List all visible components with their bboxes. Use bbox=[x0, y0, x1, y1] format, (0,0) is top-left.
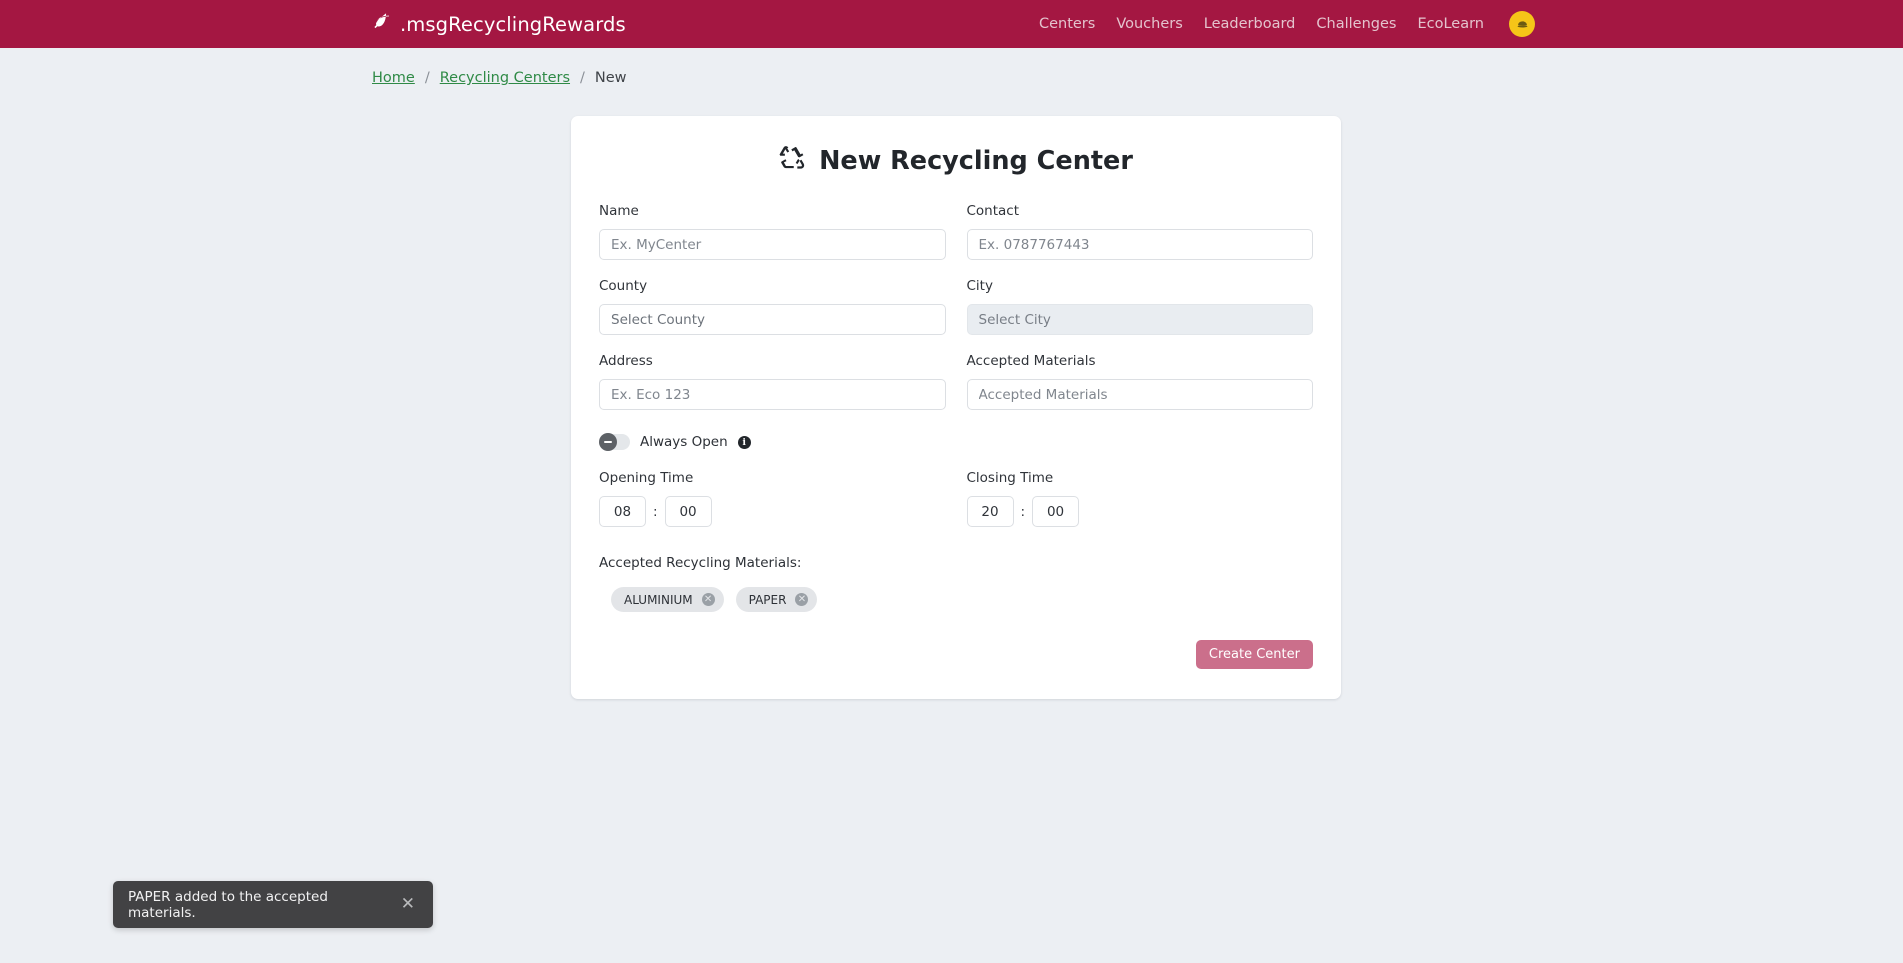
contact-field-group: Contact bbox=[966, 203, 1313, 260]
breadcrumb-separator: / bbox=[580, 70, 585, 86]
closing-minutes-input[interactable] bbox=[1032, 496, 1080, 527]
address-input[interactable] bbox=[599, 379, 946, 410]
city-label: City bbox=[966, 278, 993, 294]
toggle-knob bbox=[599, 433, 617, 451]
name-label: Name bbox=[599, 203, 639, 219]
address-materials-row: Address Accepted Materials bbox=[585, 353, 1327, 410]
accepted-materials-label: Accepted Materials bbox=[966, 353, 1096, 369]
contact-label: Contact bbox=[966, 203, 1020, 219]
toast-message: PAPER added to the accepted materials. bbox=[128, 888, 328, 921]
accepted-materials-heading: Accepted Recycling Materials: bbox=[599, 555, 802, 571]
closing-time-label: Closing Time bbox=[966, 470, 1054, 486]
leaf-icon bbox=[372, 12, 391, 36]
nav-links: Centers Vouchers Leaderboard Challenges … bbox=[1039, 11, 1535, 37]
name-input[interactable] bbox=[599, 229, 946, 260]
material-chip-label: PAPER bbox=[748, 592, 787, 607]
recycle-icon bbox=[779, 144, 805, 177]
material-chip-list: ALUMINIUM ✕ PAPER ✕ bbox=[585, 587, 1327, 612]
user-avatar-icon bbox=[1517, 20, 1527, 27]
nav-link-leaderboard[interactable]: Leaderboard bbox=[1204, 16, 1296, 32]
city-field-group: City Select City bbox=[966, 278, 1313, 335]
always-open-row: Always Open i bbox=[585, 433, 1327, 451]
contact-input[interactable] bbox=[966, 229, 1313, 260]
time-row: Opening Time : Closing Time : bbox=[585, 470, 1327, 527]
close-icon[interactable]: ✕ bbox=[795, 593, 809, 606]
close-icon[interactable]: ✕ bbox=[398, 896, 418, 913]
accepted-materials-input[interactable] bbox=[966, 379, 1313, 410]
closing-hours-input[interactable] bbox=[966, 496, 1014, 527]
avatar[interactable] bbox=[1509, 11, 1535, 37]
opening-time-inputs: : bbox=[599, 496, 946, 527]
nav-link-ecolearn[interactable]: EcoLearn bbox=[1417, 16, 1484, 32]
brand-name: .msgRecyclingRewards bbox=[400, 12, 626, 36]
breadcrumb-recycling-centers[interactable]: Recycling Centers bbox=[440, 70, 570, 86]
opening-time-label: Opening Time bbox=[599, 470, 694, 486]
county-select-value: Select County bbox=[611, 311, 706, 328]
opening-minutes-input[interactable] bbox=[664, 496, 712, 527]
top-navbar: .msgRecyclingRewards Centers Vouchers Le… bbox=[0, 0, 1903, 48]
brand-logo[interactable]: .msgRecyclingRewards bbox=[372, 12, 626, 36]
page-title: New Recycling Center bbox=[585, 144, 1327, 177]
nav-link-centers[interactable]: Centers bbox=[1039, 16, 1095, 32]
closing-time-separator: : bbox=[1020, 503, 1026, 520]
page-title-text: New Recycling Center bbox=[819, 145, 1133, 176]
city-select-value: Select City bbox=[978, 311, 1051, 328]
always-open-label: Always Open bbox=[640, 434, 728, 450]
close-icon[interactable]: ✕ bbox=[701, 593, 715, 606]
city-select: Select City bbox=[966, 304, 1313, 335]
new-recycling-center-card: New Recycling Center Name Contact County… bbox=[571, 116, 1341, 699]
breadcrumb-current: New bbox=[594, 70, 627, 86]
material-chip: PAPER ✕ bbox=[735, 587, 818, 612]
breadcrumb-separator: / bbox=[424, 70, 430, 86]
create-center-button[interactable]: Create Center bbox=[1195, 640, 1313, 669]
material-chip: ALUMINIUM ✕ bbox=[611, 587, 724, 612]
name-field-group: Name bbox=[599, 203, 946, 260]
info-icon[interactable]: i bbox=[737, 435, 751, 449]
county-select[interactable]: Select County bbox=[599, 304, 946, 335]
name-contact-row: Name Contact bbox=[585, 203, 1327, 260]
county-city-row: County Select County City Select City bbox=[585, 278, 1327, 335]
county-label: County bbox=[599, 278, 648, 294]
toast-notification: PAPER added to the accepted materials. ✕ bbox=[113, 881, 433, 928]
breadcrumb-home[interactable]: Home bbox=[372, 70, 415, 86]
closing-time-inputs: : bbox=[966, 496, 1314, 527]
address-label: Address bbox=[599, 353, 653, 369]
opening-time-separator: : bbox=[653, 503, 658, 520]
nav-link-challenges[interactable]: Challenges bbox=[1316, 16, 1396, 32]
material-chip-label: ALUMINIUM bbox=[624, 592, 693, 607]
nav-link-vouchers[interactable]: Vouchers bbox=[1116, 16, 1182, 32]
card-actions: Create Center bbox=[585, 640, 1327, 669]
always-open-toggle[interactable] bbox=[599, 433, 630, 451]
opening-hours-input[interactable] bbox=[599, 496, 646, 527]
closing-time-group: Closing Time : bbox=[966, 470, 1314, 527]
address-field-group: Address bbox=[599, 353, 946, 410]
county-field-group: County Select County bbox=[599, 278, 946, 335]
breadcrumb: Home / Recycling Centers / New bbox=[372, 70, 1903, 86]
accepted-materials-field-group: Accepted Materials bbox=[966, 353, 1313, 410]
opening-time-group: Opening Time : bbox=[599, 470, 946, 527]
